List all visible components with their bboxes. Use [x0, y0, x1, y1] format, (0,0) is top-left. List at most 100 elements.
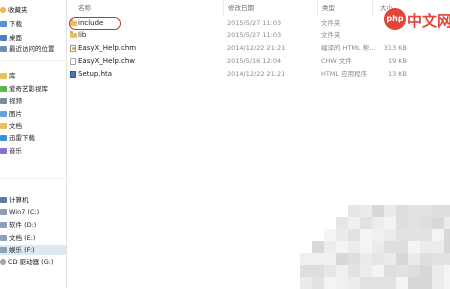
- chm-file-icon: [70, 45, 76, 52]
- nav-label: 图片: [9, 110, 22, 118]
- mosaic-tile: [372, 253, 384, 265]
- file-row-setup-hta[interactable]: Setup.hta 2014/12/22 21:21 HTML 应用程序 13 …: [70, 69, 445, 80]
- nav-label: 视频: [9, 97, 22, 105]
- mosaic-tile: [396, 241, 408, 253]
- nav-recent-places[interactable]: 最近访问的位置: [0, 44, 55, 54]
- nav-downloads[interactable]: 下载: [0, 19, 22, 29]
- nav-videos[interactable]: 视频: [0, 96, 22, 106]
- drive-icon: [0, 209, 7, 215]
- star-icon: [0, 7, 6, 13]
- mosaic-tile: [444, 229, 450, 241]
- mosaic-tile: [324, 265, 336, 277]
- nav-drive-e[interactable]: 文档 (E:): [0, 233, 35, 243]
- nav-pictures[interactable]: 图片: [0, 109, 22, 119]
- mosaic-tile: [420, 277, 432, 289]
- mosaic-tile: [432, 217, 444, 229]
- highlight-annotation-circle: [69, 17, 121, 30]
- mosaic-tile: [396, 277, 408, 289]
- mosaic-blur-region: [300, 205, 450, 289]
- mosaic-tile: [444, 265, 450, 277]
- nav-video-library[interactable]: 爱奇艺影视库: [0, 84, 48, 94]
- mosaic-tile: [336, 277, 348, 289]
- nav-label: 音乐: [9, 147, 22, 155]
- video-library-icon: [0, 86, 7, 92]
- file-type: CHW 文件: [321, 57, 352, 65]
- mosaic-tile: [396, 229, 408, 241]
- mosaic-tile: [372, 229, 384, 241]
- mosaic-tile: [360, 265, 372, 277]
- file-date: 2015/5/27 11:03: [227, 31, 282, 39]
- nav-divider: [0, 178, 66, 179]
- cd-drive-icon: [0, 259, 6, 265]
- nav-label: 计算机: [9, 196, 29, 204]
- mosaic-tile: [324, 229, 336, 241]
- file-name: Setup.hta: [78, 70, 113, 78]
- drive-icon: [0, 235, 7, 241]
- mosaic-tile: [396, 253, 408, 265]
- mosaic-tile: [348, 277, 360, 289]
- nav-documents[interactable]: 文档: [0, 121, 22, 131]
- mosaic-tile: [444, 253, 450, 265]
- folder-icon: [70, 31, 77, 38]
- nav-drive-c[interactable]: Win7 (C:): [0, 207, 39, 217]
- video-icon: [0, 98, 7, 104]
- nav-thunder-download[interactable]: 迅雷下载: [0, 133, 35, 143]
- mosaic-tile: [384, 217, 396, 229]
- mosaic-tile: [444, 241, 450, 253]
- mosaic-tile: [360, 205, 372, 217]
- mosaic-tile: [372, 217, 384, 229]
- nav-drive-d[interactable]: 软件 (D:): [0, 220, 36, 230]
- nav-cd-drive-g[interactable]: CD 驱动器 (G:): [0, 257, 53, 267]
- mosaic-tile: [336, 217, 348, 229]
- mosaic-tile: [408, 205, 420, 217]
- nav-label: 下载: [9, 20, 22, 28]
- column-header-name[interactable]: 名称: [78, 3, 91, 13]
- mosaic-tile: [444, 277, 450, 289]
- file-row-easyx-help-chm[interactable]: EasyX_Help.chm 2014/12/22 21:21 编译的 HTML…: [70, 43, 445, 54]
- nav-desktop[interactable]: 桌面: [0, 33, 22, 43]
- mosaic-tile: [408, 241, 420, 253]
- mosaic-tile: [312, 241, 324, 253]
- nav-label: CD 驱动器 (G:): [8, 258, 54, 266]
- hta-file-icon: [70, 71, 76, 78]
- mosaic-tile: [408, 277, 420, 289]
- mosaic-tile: [336, 253, 348, 265]
- pictures-icon: [0, 111, 7, 117]
- mosaic-tile: [420, 205, 432, 217]
- mosaic-tile: [432, 205, 444, 217]
- nav-libraries[interactable]: 库: [0, 71, 16, 81]
- mosaic-tile: [300, 277, 312, 289]
- nav-label: Win7 (C:): [9, 208, 40, 216]
- mosaic-tile: [444, 217, 450, 229]
- libraries-icon: [0, 73, 7, 79]
- nav-computer[interactable]: 计算机: [0, 195, 29, 205]
- nav-music[interactable]: 音乐: [0, 146, 22, 156]
- nav-drive-f[interactable]: 娱乐 (F:): [0, 245, 66, 255]
- nav-favorites[interactable]: 收藏夹: [0, 5, 28, 15]
- column-header-type[interactable]: 类型: [322, 3, 335, 13]
- computer-icon: [0, 197, 7, 203]
- nav-label: 迅雷下载: [9, 134, 35, 142]
- documents-icon: [0, 123, 7, 129]
- column-divider[interactable]: [372, 0, 373, 16]
- file-row-easyx-help-chw[interactable]: EasyX_Help.chw 2015/5/16 12:04 CHW 文件 19…: [70, 56, 445, 67]
- mosaic-tile: [312, 277, 324, 289]
- mosaic-tile: [408, 265, 420, 277]
- column-header-date[interactable]: 修改日期: [228, 3, 254, 13]
- mosaic-tile: [300, 253, 312, 265]
- mosaic-tile: [420, 241, 432, 253]
- file-type: 编译的 HTML 帮...: [321, 44, 376, 52]
- mosaic-tile: [432, 253, 444, 265]
- mosaic-tile: [408, 229, 420, 241]
- file-size: 13 KB: [387, 70, 407, 78]
- file-size: 313 KB: [383, 44, 407, 52]
- nav-label: 文档 (E:): [9, 234, 36, 242]
- mosaic-tile: [384, 277, 396, 289]
- column-divider[interactable]: [223, 0, 224, 16]
- mosaic-tile: [360, 241, 372, 253]
- nav-label: 最近访问的位置: [9, 45, 55, 53]
- column-divider[interactable]: [317, 0, 318, 16]
- mosaic-tile: [348, 205, 360, 217]
- mosaic-tile: [408, 217, 420, 229]
- file-type: HTML 应用程序: [321, 70, 368, 78]
